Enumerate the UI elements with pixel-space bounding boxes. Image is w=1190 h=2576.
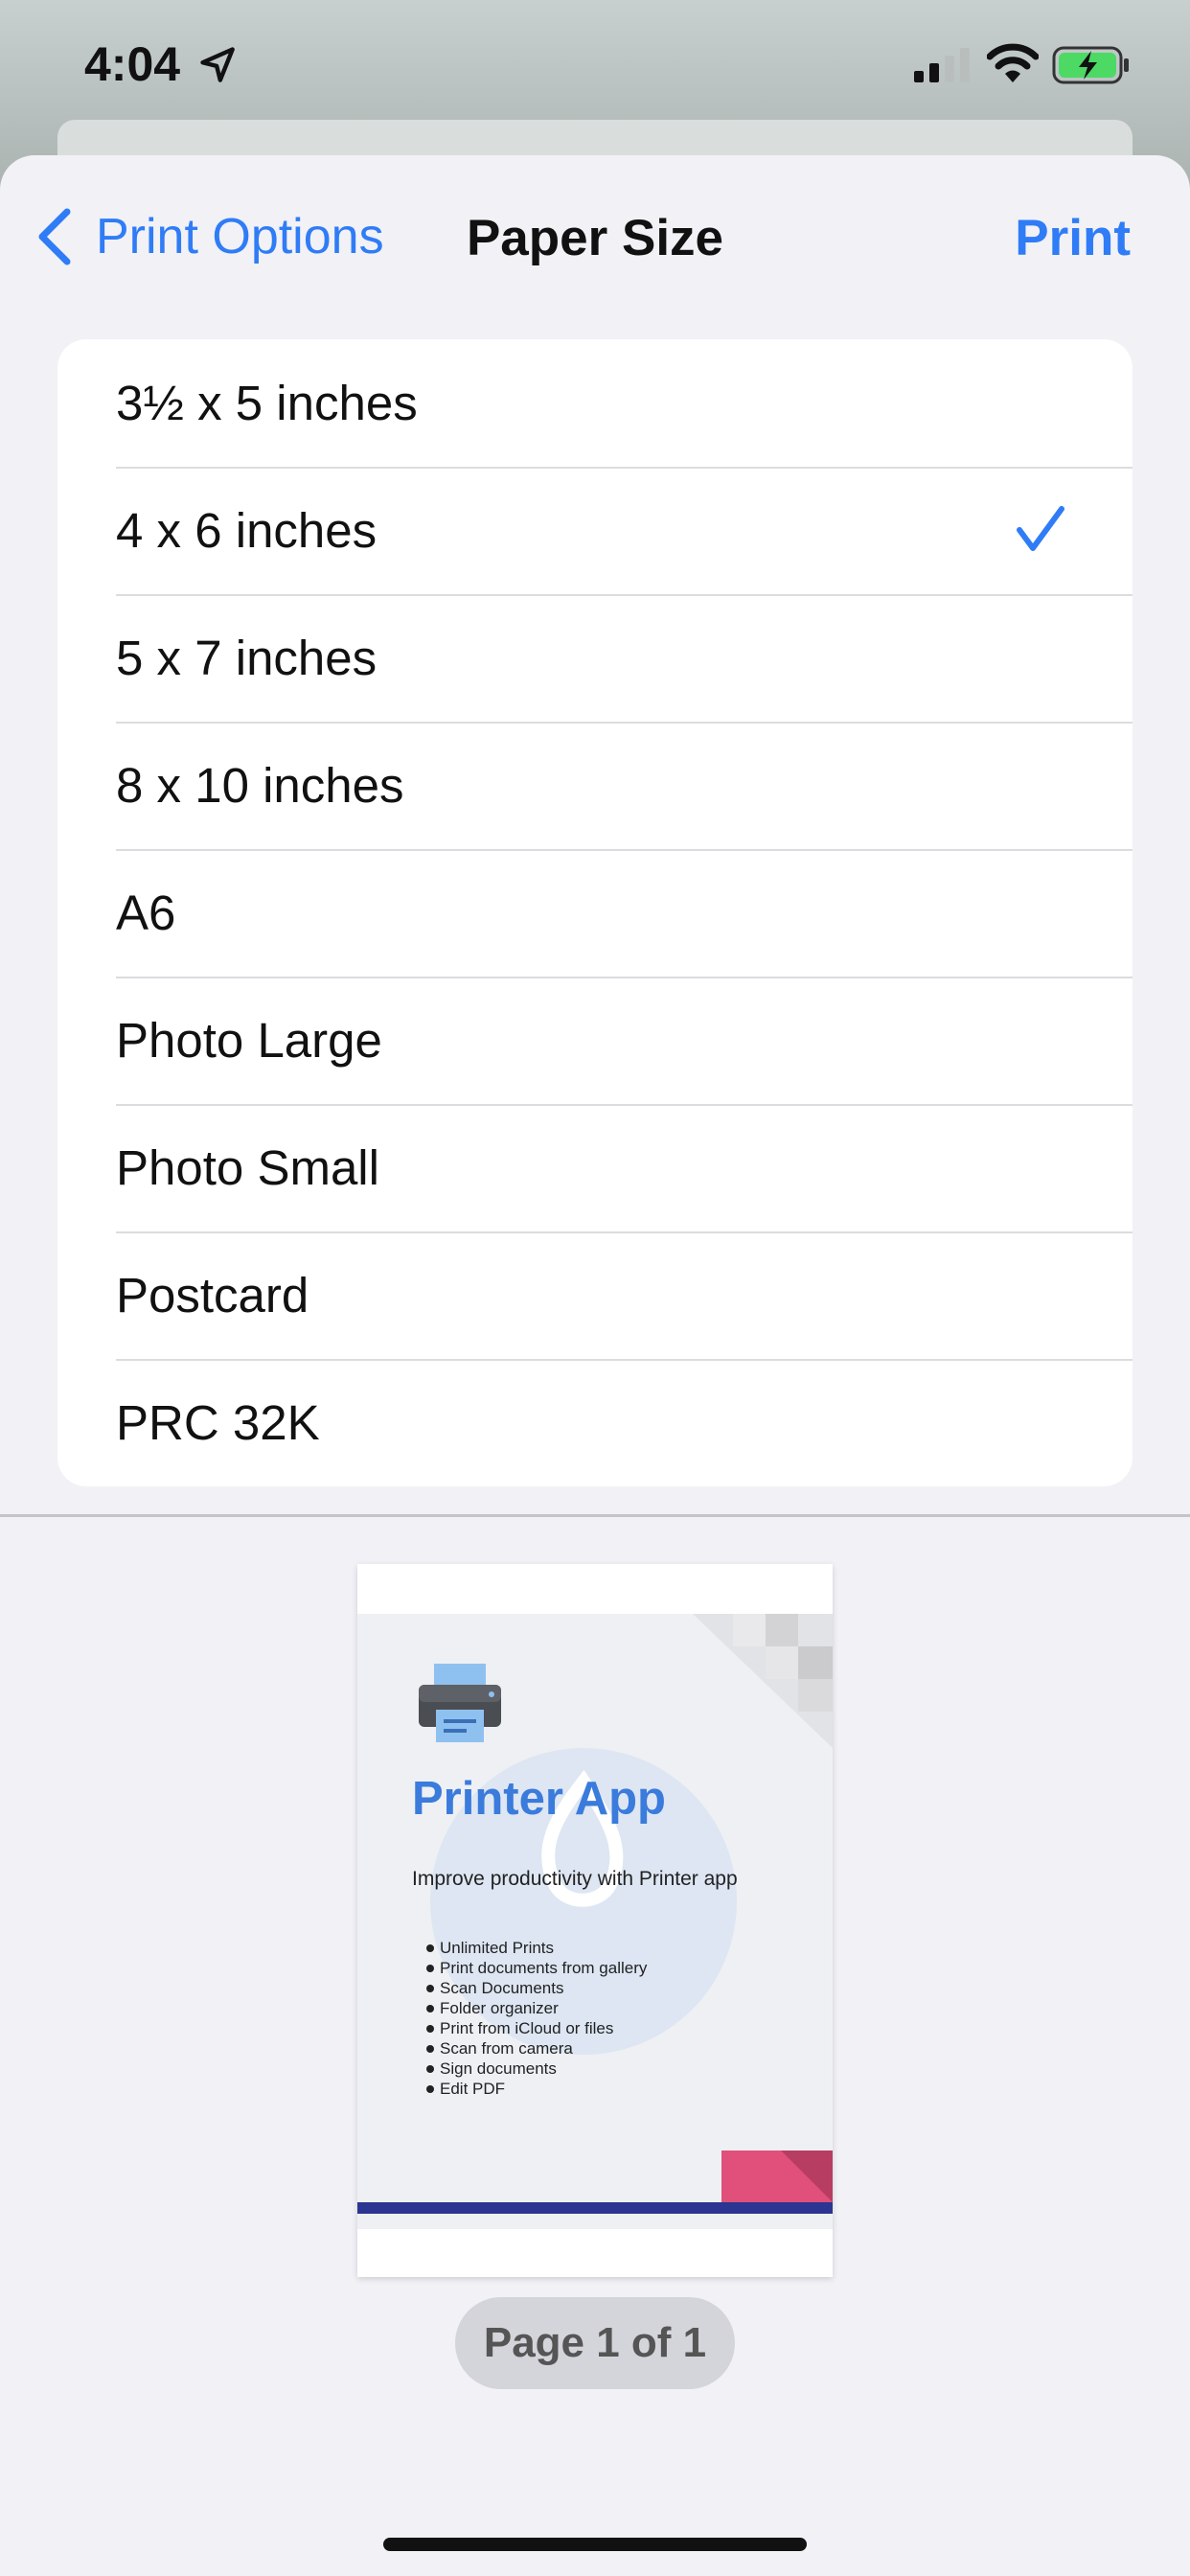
feature-item: Print from iCloud or files bbox=[426, 2018, 647, 2038]
status-bar: 4:04 bbox=[0, 0, 1190, 134]
paper-size-item[interactable]: 3½ x 5 inches bbox=[57, 339, 1133, 467]
printer-icon bbox=[419, 1664, 501, 1742]
paper-size-label: 4 x 6 inches bbox=[116, 503, 378, 558]
feature-item: Scan Documents bbox=[426, 1978, 647, 1998]
paper-size-label: Photo Large bbox=[116, 1013, 382, 1068]
page-title: Paper Size bbox=[466, 210, 724, 266]
paper-size-item[interactable]: Photo Small bbox=[57, 1104, 1133, 1231]
paper-size-label: Photo Small bbox=[116, 1140, 379, 1195]
paper-size-item[interactable]: 8 x 10 inches bbox=[57, 722, 1133, 849]
paper-size-item[interactable]: Postcard bbox=[57, 1231, 1133, 1359]
preview-subtitle: Improve productivity with Printer app bbox=[412, 1868, 738, 1890]
paper-size-label: 5 x 7 inches bbox=[116, 631, 378, 685]
location-arrow-icon bbox=[200, 47, 235, 82]
paper-size-label: A6 bbox=[116, 886, 176, 940]
paper-size-item[interactable]: 5 x 7 inches bbox=[57, 594, 1133, 722]
paper-size-label: Postcard bbox=[116, 1268, 309, 1322]
feature-item: Unlimited Prints bbox=[426, 1938, 647, 1958]
preview-content: Printer App Improve productivity with Pr… bbox=[357, 1614, 833, 2229]
paper-size-label: PRC 32K bbox=[116, 1395, 320, 1450]
preview-divider bbox=[0, 1514, 1190, 1517]
feature-item: Folder organizer bbox=[426, 1998, 647, 2018]
checkmark-icon bbox=[1017, 506, 1064, 551]
feature-item: Sign documents bbox=[426, 2058, 647, 2079]
status-time: 4:04 bbox=[84, 37, 181, 91]
paper-size-label: 3½ x 5 inches bbox=[116, 376, 418, 430]
paper-size-list: 3½ x 5 inches 4 x 6 inches 5 x 7 inches … bbox=[57, 339, 1133, 1486]
feature-item: Edit PDF bbox=[426, 2079, 647, 2099]
print-preview-page[interactable]: Printer App Improve productivity with Pr… bbox=[357, 1564, 833, 2277]
paper-size-item[interactable]: PRC 32K bbox=[57, 1359, 1133, 1486]
paper-size-item[interactable]: 4 x 6 inches bbox=[57, 467, 1133, 594]
feature-item: Print documents from gallery bbox=[426, 1958, 647, 1978]
print-button[interactable]: Print bbox=[1015, 209, 1131, 267]
paper-size-item[interactable]: A6 bbox=[57, 849, 1133, 977]
paper-size-item[interactable]: Photo Large bbox=[57, 977, 1133, 1104]
signal-icon bbox=[914, 48, 970, 82]
home-indicator[interactable] bbox=[383, 2538, 807, 2551]
battery-charging-icon bbox=[1052, 46, 1129, 84]
wifi-icon bbox=[987, 43, 1039, 82]
feature-item: Scan from camera bbox=[426, 2038, 647, 2058]
paper-size-label: 8 x 10 inches bbox=[116, 758, 404, 813]
preview-title: Printer App bbox=[412, 1773, 666, 1825]
preview-feature-list: Unlimited Prints Print documents from ga… bbox=[426, 1938, 647, 2099]
page-indicator: Page 1 of 1 bbox=[455, 2297, 735, 2389]
nav-bar: Print Options Paper Size Print bbox=[0, 155, 1190, 318]
